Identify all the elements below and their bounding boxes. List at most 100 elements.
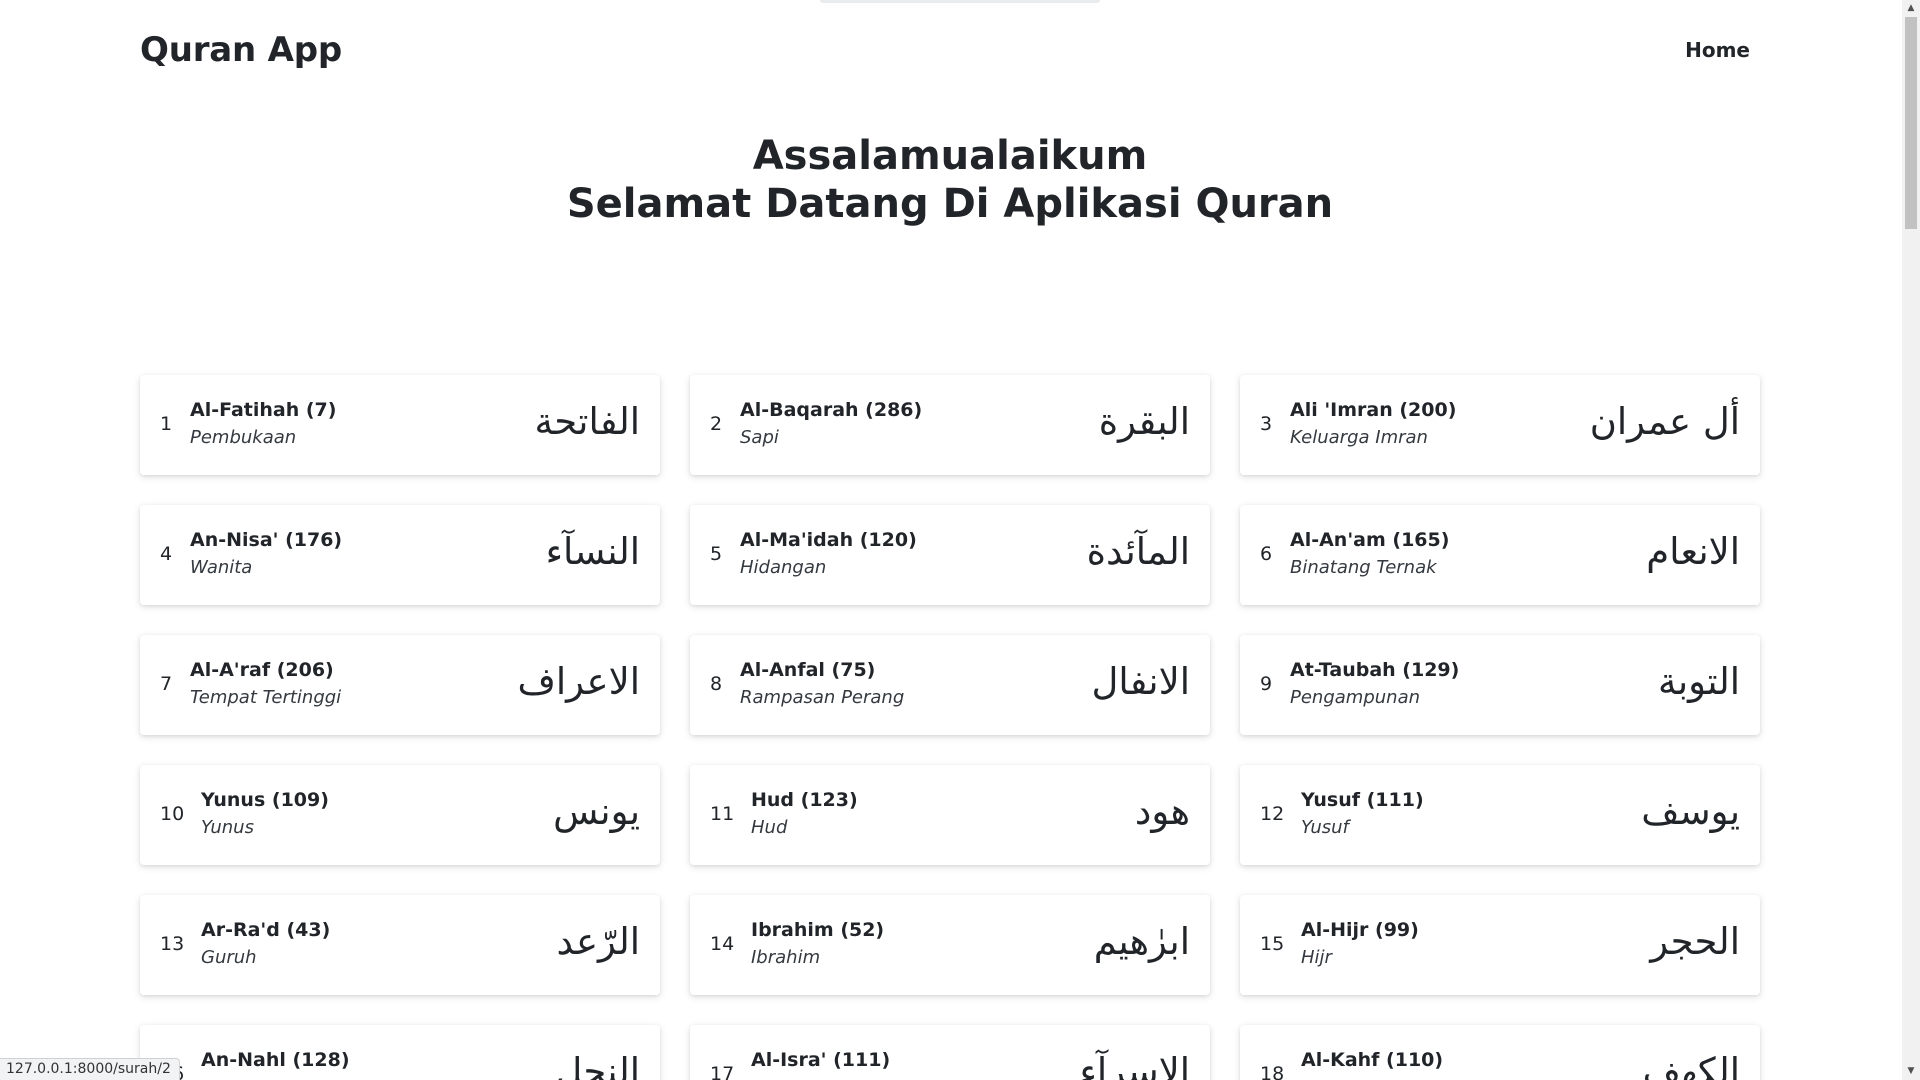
scroll-up-arrow-icon[interactable]: ▲ — [1902, 0, 1920, 17]
surah-meaning: Rampasan Perang — [740, 687, 905, 708]
surah-info: An-Nahl (128) — [201, 1047, 350, 1073]
surah-title: Yusuf (111) — [1301, 789, 1424, 811]
surah-meaning: Hijr — [1301, 947, 1332, 968]
surah-card[interactable]: 9 At-Taubah (129) Pengampunan التوبة — [1240, 635, 1760, 735]
surah-arabic-name: الاسرآء — [1079, 1050, 1190, 1080]
surah-number: 17 — [710, 1063, 735, 1080]
surah-arabic-name: هود — [1134, 790, 1190, 833]
scroll-down-arrow-icon[interactable]: ▼ — [1902, 1063, 1920, 1080]
surah-arabic-name: ابرٰهيم — [1093, 920, 1190, 963]
surah-meaning: Pembukaan — [190, 427, 297, 448]
surah-title: Al-Hijr (99) — [1301, 919, 1419, 941]
brand-link[interactable]: Quran App — [140, 30, 342, 70]
hero-welcome: Selamat Datang Di Aplikasi Quran — [566, 181, 1334, 227]
surah-info: Al-Isra' (111) — [751, 1047, 890, 1073]
nav-home-link[interactable]: Home — [1685, 38, 1750, 62]
surah-title: Ibrahim (52) — [751, 919, 885, 941]
surah-arabic-name: أل عمران — [1589, 400, 1740, 443]
surah-number: 15 — [1260, 933, 1285, 955]
surah-number: 2 — [710, 413, 723, 435]
surah-number: 9 — [1260, 673, 1273, 695]
surah-number: 4 — [160, 543, 173, 565]
surah-info: Hud (123) Hud — [751, 787, 858, 843]
surah-meaning: Wanita — [190, 557, 253, 578]
surah-meaning: Hidangan — [740, 557, 827, 578]
surah-number: 10 — [160, 803, 185, 825]
surah-card[interactable]: 12 Yusuf (111) Yusuf يوسف — [1240, 765, 1760, 865]
surah-meaning: Hud — [751, 817, 788, 838]
surah-title: Al-Fatihah (7) — [190, 399, 337, 421]
surah-title: Al-Baqarah (286) — [740, 399, 923, 421]
surah-number: 12 — [1260, 803, 1285, 825]
surah-meaning: Binatang Ternak — [1290, 557, 1437, 578]
surah-info: An-Nisa' (176) Wanita — [190, 527, 342, 583]
surah-arabic-name: النحل — [555, 1050, 640, 1080]
surah-info: Al-Kahf (110) — [1301, 1047, 1443, 1073]
surah-card[interactable]: 1 Al-Fatihah (7) Pembukaan الفاتحة — [140, 375, 660, 475]
surah-info: Al-Anfal (75) Rampasan Perang — [740, 657, 904, 713]
navbar: Quran App Home — [140, 0, 1760, 100]
surah-title: Al-Anfal (75) — [740, 659, 876, 681]
surah-title: Yunus (109) — [201, 789, 329, 811]
surah-card[interactable]: 18 Al-Kahf (110) الكهف — [1240, 1025, 1760, 1080]
surah-card[interactable]: 6 Al-An'am (165) Binatang Ternak الانعام — [1240, 505, 1760, 605]
surah-title: Al-Isra' (111) — [751, 1049, 891, 1071]
surah-arabic-name: يونس — [553, 790, 640, 833]
surah-card[interactable]: 4 An-Nisa' (176) Wanita النسآء — [140, 505, 660, 605]
surah-title: Al-A'raf (206) — [190, 659, 334, 681]
surah-number: 7 — [160, 673, 173, 695]
surah-card[interactable]: 16An-Nahl (128)النحل — [140, 1025, 660, 1080]
surah-card[interactable]: 5 Al-Ma'idah (120) Hidangan المآئدة — [690, 505, 1210, 605]
surah-number: 6 — [1260, 543, 1273, 565]
surah-title: Al-An'am (165) — [1290, 529, 1450, 551]
surah-card[interactable]: 7 Al-A'raf (206) Tempat Tertinggi الاعراف — [140, 635, 660, 735]
scroll-thumb[interactable] — [1905, 17, 1917, 229]
surah-card[interactable]: 17 Al-Isra' (111) الاسرآء — [690, 1025, 1210, 1080]
surah-card[interactable]: 2 Al-Baqarah (286) Sapi البقرة — [690, 375, 1210, 475]
hero: Assalamualaikum Selamat Datang Di Aplika… — [140, 132, 1760, 228]
surah-title: At-Taubah (129) — [1290, 659, 1460, 681]
surah-meaning: Yunus — [201, 817, 254, 838]
surah-number: 1 — [160, 413, 173, 435]
surah-number: 3 — [1260, 413, 1273, 435]
surah-arabic-name: يوسف — [1641, 790, 1740, 833]
surah-meaning: Ibrahim — [751, 947, 821, 968]
surah-arabic-name: الكهف — [1642, 1050, 1740, 1080]
surah-card[interactable]: 11 Hud (123) Hud هود — [690, 765, 1210, 865]
surah-arabic-name: الاعراف — [517, 660, 640, 703]
surah-info: Al-Baqarah (286) Sapi — [740, 397, 922, 453]
surah-arabic-name: الانفال — [1091, 660, 1190, 703]
surah-meaning: Pengampunan — [1290, 687, 1421, 708]
surah-arabic-name: المآئدة — [1086, 530, 1190, 573]
surah-number: 11 — [710, 803, 735, 825]
surah-meaning: Sapi — [740, 427, 779, 448]
surah-info: At-Taubah (129) Pengampunan — [1290, 657, 1459, 713]
surah-card[interactable]: 8 Al-Anfal (75) Rampasan Perang الانفال — [690, 635, 1210, 735]
surah-title: An-Nahl (128) — [201, 1049, 350, 1071]
surah-card[interactable]: 3 Ali 'Imran (200) Keluarga Imran أل عمران — [1240, 375, 1760, 475]
surah-title: Al-Kahf (110) — [1301, 1049, 1444, 1071]
surah-info: Yunus (109) Yunus — [201, 787, 329, 843]
surah-meaning: Tempat Tertinggi — [190, 687, 342, 708]
surah-card[interactable]: 13 Ar-Ra'd (43) Guruh الرّعد — [140, 895, 660, 995]
status-url-preview: 127.0.0.1:8000/surah/2 — [0, 1058, 180, 1080]
surah-card[interactable]: 10 Yunus (109) Yunus يونس — [140, 765, 660, 865]
surah-arabic-name: الحجر — [1650, 920, 1740, 963]
surah-number: 18 — [1260, 1063, 1285, 1080]
surah-title: An-Nisa' (176) — [190, 529, 343, 551]
surah-info: Al-Fatihah (7) Pembukaan — [190, 397, 336, 453]
surah-arabic-name: البقرة — [1098, 400, 1190, 443]
surah-info: Yusuf (111) Yusuf — [1301, 787, 1424, 843]
surah-info: Al-Ma'idah (120) Hidangan — [740, 527, 917, 583]
surah-info: Al-Hijr (99) Hijr — [1301, 917, 1419, 973]
surah-number: 5 — [710, 543, 723, 565]
surah-number: 14 — [710, 933, 735, 955]
surah-info: Al-A'raf (206) Tempat Tertinggi — [190, 657, 341, 713]
scrollbar[interactable]: ▲ ▼ — [1902, 0, 1920, 1080]
surah-info: Al-An'am (165) Binatang Ternak — [1290, 527, 1449, 583]
surah-info: Ar-Ra'd (43) Guruh — [201, 917, 330, 973]
surah-card[interactable]: 14 Ibrahim (52) Ibrahim ابرٰهيم — [690, 895, 1210, 995]
surah-arabic-name: الرّعد — [556, 920, 640, 963]
surah-card[interactable]: 15 Al-Hijr (99) Hijr الحجر — [1240, 895, 1760, 995]
surah-grid: 1 Al-Fatihah (7) Pembukaan الفاتحة 2 Al-Baqar… — [140, 375, 1760, 1080]
